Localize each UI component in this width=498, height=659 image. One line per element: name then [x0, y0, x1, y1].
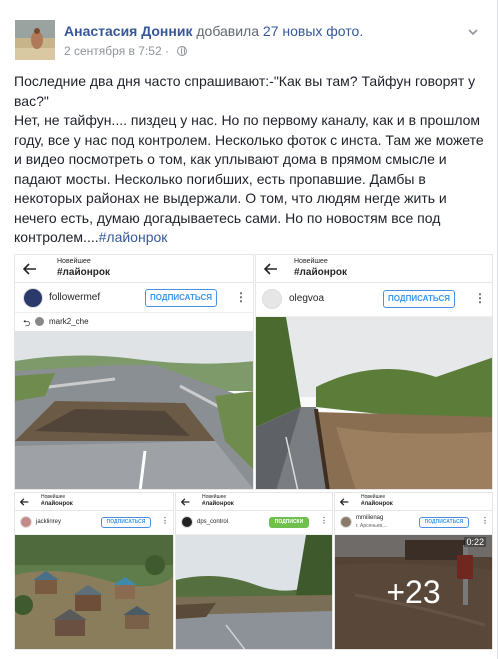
ig-header-title: #лайонрок: [41, 501, 73, 507]
back-arrow-icon: [340, 498, 349, 506]
ig-user-row: dps_control ПОДПИСКИ ⋮: [176, 511, 332, 535]
photo-tile-1[interactable]: Новейшее #лайонрок followermef ПОДПИСАТЬ…: [14, 254, 254, 490]
hashtag-link[interactable]: #лайонрок: [99, 229, 168, 245]
ig-header: Новейшее #лайонрок: [256, 255, 492, 283]
ig-user-row: olegvoa ПОДПИСАТЬСЯ ⋮: [256, 283, 492, 317]
ig-header-title: #лайонрок: [57, 267, 110, 278]
more-photos-count: +23: [386, 573, 441, 610]
ig-follow-button: ПОДПИСАТЬСЯ: [101, 517, 151, 528]
new-photos-link[interactable]: 27 новых фото.: [263, 23, 363, 39]
ig-follow-button: ПОДПИСАТЬСЯ: [145, 289, 217, 307]
post-meta: 2 сентября в 7:52 ·: [64, 44, 188, 58]
back-arrow-icon: [23, 263, 36, 275]
ig-repost-row: ⮌ mark2_che: [15, 313, 253, 331]
ig-user-row: followermef ПОДПИСАТЬСЯ ⋮: [15, 283, 253, 313]
ig-user-avatar: [20, 516, 32, 528]
ig-header-subtitle: Новейшее: [41, 494, 66, 500]
ig-username: followermef: [49, 292, 101, 303]
photo-tile-5[interactable]: Новейшее #лайонрок mmilienag г. Арсеньев…: [334, 492, 493, 650]
post-text: Последние два дня часто спрашивают:-"Как…: [14, 72, 484, 248]
collapsed-road-photo: [15, 331, 253, 489]
ig-follow-button: ПОДПИСАТЬСЯ: [383, 290, 455, 308]
ig-header-title: #лайонрок: [361, 501, 393, 507]
ig-header-subtitle: Новейшее: [202, 494, 227, 500]
video-duration: 0:22: [464, 537, 486, 547]
globe-icon[interactable]: [177, 46, 188, 56]
ig-following-button: ПОДПИСКИ: [269, 517, 309, 528]
more-dots-icon: ⋮: [320, 516, 328, 525]
back-arrow-icon: [264, 263, 277, 275]
ig-username: jacklinrey: [36, 519, 62, 525]
ig-username: dps_control: [197, 519, 229, 525]
chevron-down-icon[interactable]: [467, 26, 479, 38]
ig-header: Новейшее #лайонрок: [15, 255, 253, 283]
author-avatar[interactable]: [15, 20, 55, 60]
ig-user-avatar: [262, 289, 282, 309]
ig-user-row: jacklinrey ПОДПИСАТЬСЯ ⋮: [15, 511, 173, 535]
ig-username: mmilienag: [356, 515, 384, 521]
ig-user-avatar: [340, 516, 352, 528]
ig-header: Новейшее #лайонрок: [335, 493, 492, 511]
ig-username: olegvoa: [289, 293, 325, 304]
ig-user-avatar: [23, 288, 43, 308]
post-paragraph-2-text: Нет, не тайфун.... пиздец у нас. Но по п…: [14, 112, 484, 245]
post-action-text: добавила: [196, 23, 260, 39]
more-dots-icon: ⋮: [474, 291, 486, 305]
ig-header-subtitle: Новейшее: [294, 258, 328, 265]
post-timestamp[interactable]: 2 сентября в 7:52: [64, 44, 162, 58]
repost-username: mark2_che: [49, 317, 89, 326]
repost-avatar: [35, 317, 44, 326]
ig-header-title: #лайонрок: [202, 501, 234, 507]
meta-separator: ·: [161, 44, 173, 58]
post-paragraph-1: Последние два дня часто спрашивают:-"Как…: [14, 73, 476, 109]
post-header: Анастасия Донник добавила 27 новых фото.: [64, 23, 363, 39]
author-name[interactable]: Анастасия Донник: [64, 23, 192, 39]
flooded-village-photo: [15, 535, 173, 649]
ig-user-location: г. Арсеньев,...: [356, 523, 388, 529]
more-dots-icon: ⋮: [161, 516, 169, 525]
ig-header-subtitle: Новейшее: [57, 258, 91, 265]
repost-icon: ⮌: [23, 318, 31, 328]
post-paragraph-2: Нет, не тайфун.... пиздец у нас. Но по п…: [14, 111, 484, 248]
ig-header: Новейшее #лайонрок: [176, 493, 332, 511]
washed-out-road-photo: [176, 535, 332, 649]
photo-tile-4[interactable]: Новейшее #лайонрок dps_control ПОДПИСКИ …: [175, 492, 333, 650]
more-dots-icon: ⋮: [235, 290, 247, 304]
ig-user-row: mmilienag г. Арсеньев,... ПОДПИСАТЬСЯ ⋮: [335, 511, 492, 535]
photo-tile-3[interactable]: Новейшее #лайонрок jacklinrey ПОДПИСАТЬС…: [14, 492, 174, 650]
back-arrow-icon: [20, 498, 29, 506]
ig-user-avatar: [181, 516, 193, 528]
ig-header-subtitle: Новейшее: [361, 494, 386, 500]
ig-header-title: #лайонрок: [294, 267, 347, 278]
facebook-post: Анастасия Донник добавила 27 новых фото.…: [0, 0, 498, 659]
photo-tile-2[interactable]: Новейшее #лайонрок olegvoa ПОДПИСАТЬСЯ ⋮: [255, 254, 493, 490]
ig-follow-button: ПОДПИСАТЬСЯ: [419, 517, 469, 528]
back-arrow-icon: [181, 498, 190, 506]
flooded-road-photo: [256, 317, 492, 489]
ig-header: Новейшее #лайонрок: [15, 493, 173, 511]
more-dots-icon: ⋮: [481, 516, 489, 525]
more-photos-overlay[interactable]: +23: [335, 535, 492, 649]
